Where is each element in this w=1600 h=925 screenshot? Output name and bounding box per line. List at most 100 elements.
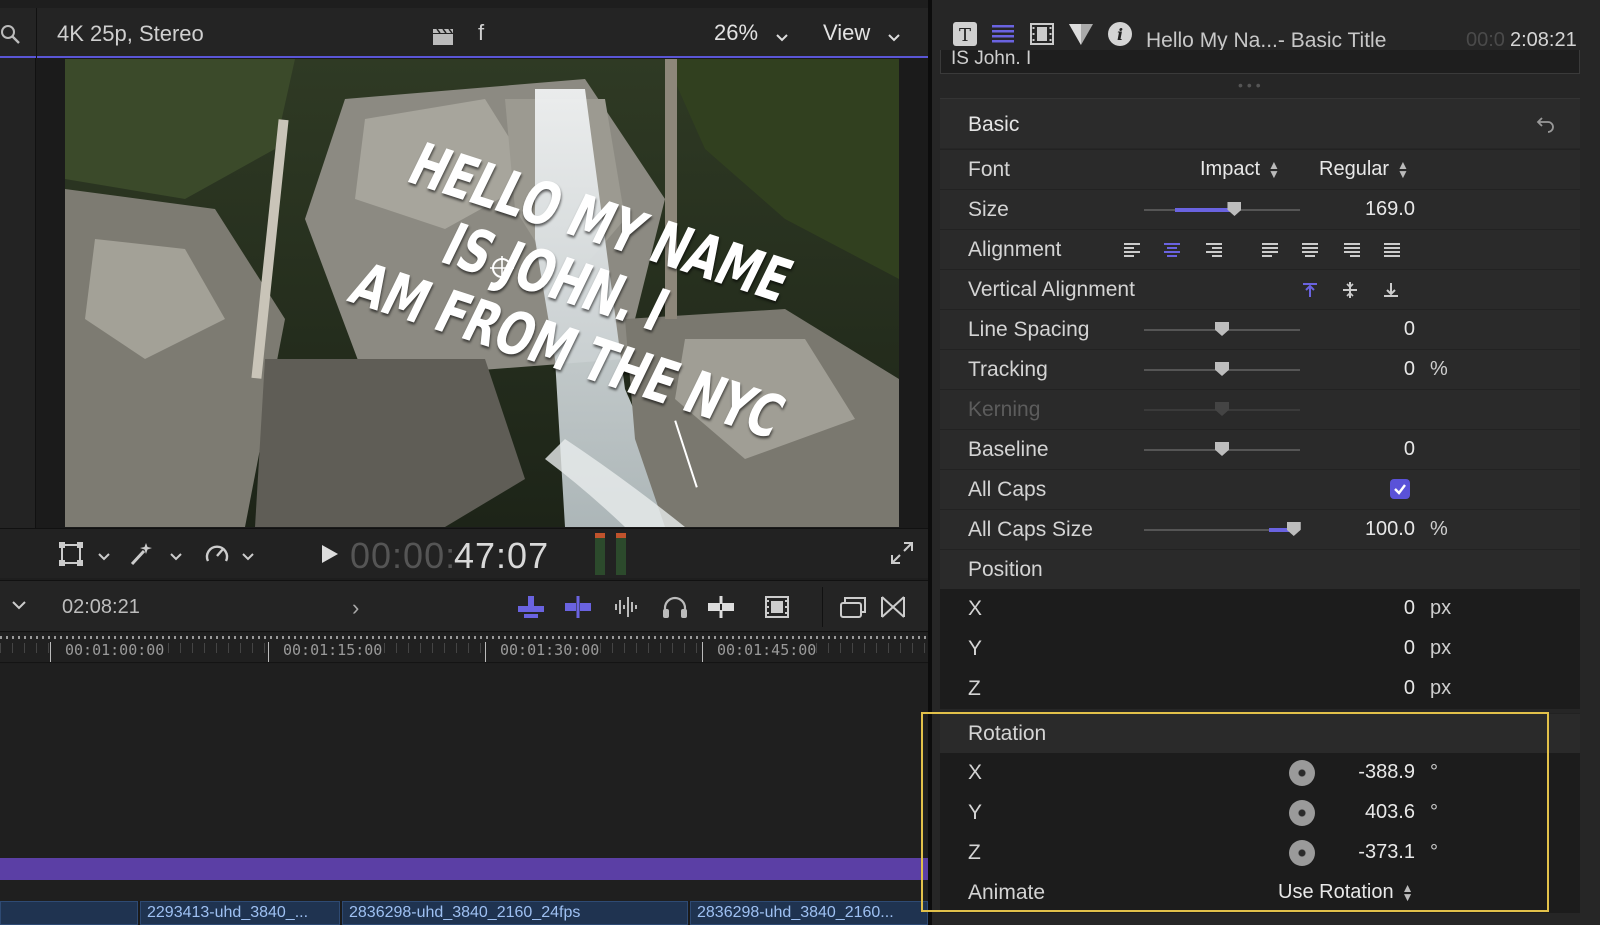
view-menu[interactable]: View (823, 20, 870, 46)
speed-gauge-icon[interactable] (204, 541, 230, 567)
title-clip-track[interactable] (0, 858, 928, 880)
snapping-icon[interactable] (706, 594, 736, 620)
alignment-label: Alignment (968, 238, 1062, 261)
align-top-icon[interactable] (1300, 280, 1320, 300)
rotation-y-value[interactable]: 403.6 (1365, 801, 1415, 824)
size-slider[interactable] (1144, 202, 1300, 216)
align-bottom-icon[interactable] (1381, 280, 1401, 300)
video-inspector-tab[interactable] (1028, 20, 1056, 48)
rotation-x-value[interactable]: -388.9 (1358, 761, 1415, 784)
video-frame[interactable]: HELLO MY NAME IS JOHN. I AM FROM THE NYC (65, 59, 899, 527)
justify-left-icon[interactable] (1260, 240, 1280, 260)
slider-thumb[interactable] (1286, 522, 1301, 536)
video-clip[interactable]: 2293413-uhd_3840_... (140, 901, 340, 925)
chevron-down-icon[interactable] (170, 553, 182, 561)
all-caps-checkbox[interactable] (1390, 479, 1410, 499)
all-caps-size-value[interactable]: 100.0 (1365, 518, 1415, 541)
align-left-icon[interactable] (1122, 240, 1142, 260)
divider (822, 587, 823, 627)
chevron-down-icon[interactable] (12, 601, 26, 610)
slider-thumb[interactable] (1215, 442, 1229, 456)
video-clip[interactable]: 2836298-uhd_3840_2160... (690, 901, 928, 925)
chevron-right-icon[interactable]: › (352, 595, 359, 621)
viewer-canvas[interactable]: HELLO MY NAME IS JOHN. I AM FROM THE NYC (0, 58, 928, 528)
zoom-menu[interactable]: 26% (714, 20, 758, 46)
search-icon[interactable] (0, 24, 22, 46)
timeline-body[interactable]: 2293413-uhd_3840_... 2836298-uhd_3840_21… (0, 664, 928, 925)
chevron-down-icon[interactable] (242, 553, 254, 561)
size-value[interactable]: 169.0 (1365, 198, 1415, 221)
tracking-slider[interactable] (1144, 362, 1300, 376)
effects-browser-icon[interactable] (838, 594, 868, 620)
justify-full-icon[interactable] (1382, 240, 1402, 260)
rotation-y-dial[interactable] (1289, 800, 1315, 826)
chevron-down-icon[interactable] (776, 34, 788, 42)
justify-right-icon[interactable] (1342, 240, 1362, 260)
color-inspector-tab[interactable] (1067, 20, 1095, 48)
chevron-down-icon[interactable] (98, 553, 110, 561)
video-clip[interactable] (0, 901, 138, 925)
crosshair-icon[interactable] (489, 255, 515, 281)
play-button[interactable] (322, 545, 338, 563)
basic-section-header[interactable]: Basic (940, 98, 1580, 148)
audio-meter (616, 533, 626, 575)
f-label[interactable]: f (478, 20, 484, 46)
justify-center-icon[interactable] (1300, 240, 1320, 260)
rotation-z-value[interactable]: -373.1 (1358, 841, 1415, 864)
text-entry-field[interactable]: IS John. I (940, 50, 1580, 74)
headphones-icon[interactable] (660, 594, 690, 620)
rotation-x-dial[interactable] (1289, 760, 1315, 786)
all-caps-label: All Caps (968, 478, 1047, 501)
svg-text:i: i (1117, 25, 1123, 44)
divider (36, 8, 37, 58)
fullscreen-icon[interactable] (890, 541, 914, 565)
size-row: Size 169.0 (940, 189, 1580, 229)
line-spacing-value[interactable]: 0 (1404, 318, 1415, 341)
align-right-icon[interactable] (1204, 240, 1224, 260)
all-caps-size-slider[interactable] (1144, 522, 1301, 536)
align-middle-icon[interactable] (1340, 280, 1360, 300)
audio-skimming-icon[interactable] (612, 594, 642, 620)
clip-appearance-icon[interactable] (762, 594, 792, 620)
line-spacing-slider[interactable] (1144, 322, 1300, 336)
align-center-icon[interactable] (1162, 240, 1182, 260)
timeline-ruler[interactable]: 00:01:00:00 00:01:15:00 00:01:30:00 00:0… (0, 633, 928, 663)
baseline-row: Baseline 0 (940, 429, 1580, 469)
clapperboard-icon[interactable] (432, 28, 454, 46)
position-y-value[interactable]: 0 (1404, 637, 1415, 660)
reset-icon[interactable] (1536, 113, 1556, 133)
transform-icon[interactable] (58, 541, 84, 567)
video-clip[interactable]: 2836298-uhd_3840_2160_24fps (342, 901, 688, 925)
animate-row: Animate Use Rotation ▲ ▼ (940, 873, 1580, 913)
font-style-popup[interactable]: Regular ▲ ▼ (1319, 158, 1409, 181)
insert-clip-icon[interactable] (563, 594, 593, 620)
baseline-slider[interactable] (1144, 442, 1300, 456)
transitions-browser-icon[interactable] (878, 594, 908, 620)
format-label: 4K 25p, Stereo (57, 21, 204, 46)
position-z-value[interactable]: 0 (1404, 677, 1415, 700)
rotation-z-dial[interactable] (1289, 840, 1315, 866)
slider-thumb[interactable] (1227, 202, 1242, 216)
slider-thumb[interactable] (1215, 362, 1229, 376)
info-inspector-tab[interactable]: i (1106, 20, 1134, 48)
position-x-value[interactable]: 0 (1404, 597, 1415, 620)
audio-meter (595, 533, 605, 575)
magic-wand-icon[interactable] (128, 541, 154, 567)
all-caps-size-unit: % (1430, 518, 1448, 540)
font-label: Font (968, 158, 1011, 181)
text-inspector-tab[interactable]: T (951, 20, 979, 48)
tracking-value[interactable]: 0 (1404, 358, 1415, 381)
baseline-value[interactable]: 0 (1404, 438, 1415, 461)
animate-popup[interactable]: Use Rotation ▲ ▼ (1278, 881, 1414, 904)
tracking-unit: % (1430, 358, 1448, 380)
chevron-down-icon[interactable] (888, 34, 900, 42)
font-row: Font Impact ▲ ▼ Regular ▲ ▼ (940, 149, 1580, 189)
title-inspector-tab[interactable] (989, 20, 1017, 48)
position-header[interactable]: Position (940, 549, 1580, 589)
connect-clip-icon[interactable] (516, 594, 546, 620)
timeline-toolbar: 02:08:21 › (0, 580, 928, 632)
resize-handle[interactable]: ••• (1238, 77, 1265, 93)
rotation-header[interactable]: Rotation (940, 713, 1580, 753)
font-family-popup[interactable]: Impact ▲ ▼ (1200, 158, 1280, 181)
slider-thumb[interactable] (1215, 322, 1229, 336)
